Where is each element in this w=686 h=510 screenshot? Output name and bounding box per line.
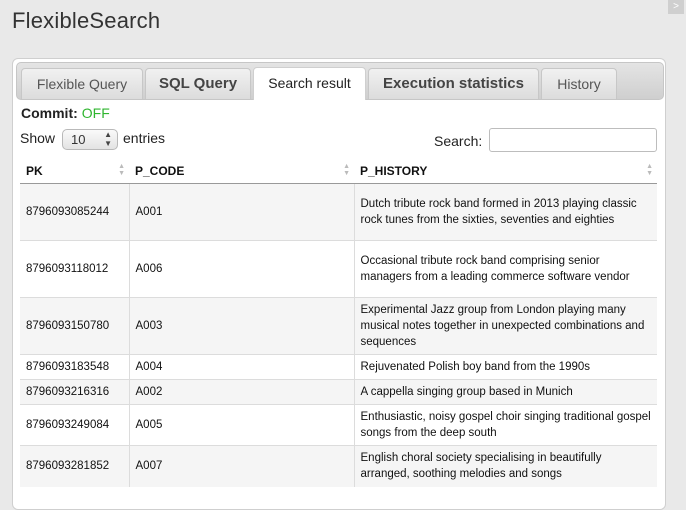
table-row[interactable]: 8796093118012 A006 Occasional tribute ro…	[20, 240, 657, 298]
table-row[interactable]: 8796093183548 A004 Rejuvenated Polish bo…	[20, 354, 657, 380]
page-size-value: 10	[71, 132, 86, 147]
cell-code: A006	[128, 240, 354, 298]
tab-bar: Flexible Query SQL Query Search result E…	[16, 62, 664, 100]
results-table: PK ▲ ▼ P_CODE ▲ ▼ P_HISTORY ▲ ▼ 8796093085244 …	[20, 158, 657, 487]
page-size-select[interactable]: 10 ▲ ▼	[62, 129, 118, 150]
entries-label: entries	[123, 130, 166, 146]
cell-pk: 8796093216316	[20, 379, 129, 405]
cell-code: A002	[128, 379, 354, 405]
cell-pk: 8796093249084	[20, 404, 129, 446]
commit-value[interactable]: OFF	[82, 105, 110, 121]
table-row[interactable]: 8796093216316 A002 A cappella singing gr…	[20, 379, 657, 405]
cell-history: Occasional tribute rock band comprising …	[353, 240, 657, 298]
cell-pk: 8796093281852	[20, 445, 129, 487]
cell-code: A007	[128, 445, 354, 487]
cell-history: Rejuvenated Polish boy band from the 199…	[353, 354, 657, 380]
sort-icon: ▲ ▼	[118, 163, 125, 177]
select-arrows-icon: ▲ ▼	[104, 130, 112, 148]
cell-code: A003	[128, 297, 354, 355]
show-label: Show	[20, 130, 56, 146]
table-row[interactable]: 8796093085244 A001 Dutch tribute rock ba…	[20, 183, 657, 241]
search-label: Search:	[434, 133, 483, 149]
sort-icon: ▲ ▼	[343, 163, 350, 177]
cell-history: Dutch tribute rock band formed in 2013 p…	[353, 183, 657, 241]
cell-pk: 8796093150780	[20, 297, 129, 355]
column-header-pk[interactable]: PK ▲ ▼	[20, 158, 129, 184]
search-input[interactable]	[489, 128, 657, 152]
tab-history[interactable]: History	[541, 68, 617, 99]
commit-status: Commit: OFF	[21, 105, 110, 121]
table-row[interactable]: 8796093281852 A007 English choral societ…	[20, 445, 657, 487]
table-row[interactable]: 8796093150780 A003 Experimental Jazz gro…	[20, 297, 657, 355]
tab-execution-statistics[interactable]: Execution statistics	[368, 68, 539, 99]
table-header-row: PK ▲ ▼ P_CODE ▲ ▼ P_HISTORY ▲ ▼	[20, 158, 657, 184]
cell-code: A004	[128, 354, 354, 380]
cell-code: A001	[128, 183, 354, 241]
cell-pk: 8796093183548	[20, 354, 129, 380]
table-row[interactable]: 8796093249084 A005 Enthusiastic, noisy g…	[20, 404, 657, 446]
commit-label: Commit:	[21, 105, 78, 121]
cell-history: A cappella singing group based in Munich	[353, 379, 657, 405]
column-header-p-history[interactable]: P_HISTORY ▲ ▼	[354, 158, 657, 184]
expand-arrow-icon[interactable]: >	[668, 0, 684, 14]
cell-pk: 8796093118012	[20, 240, 129, 298]
page-title: FlexibleSearch	[12, 8, 161, 33]
tab-search-result[interactable]: Search result	[253, 67, 366, 100]
cell-code: A005	[128, 404, 354, 446]
sort-icon: ▲ ▼	[646, 163, 653, 177]
cell-pk: 8796093085244	[20, 183, 129, 241]
cell-history: Enthusiastic, noisy gospel choir singing…	[353, 404, 657, 446]
cell-history: English choral society specialising in b…	[353, 445, 657, 487]
column-header-p-code[interactable]: P_CODE ▲ ▼	[129, 158, 354, 184]
tab-sql-query[interactable]: SQL Query	[145, 68, 251, 99]
cell-history: Experimental Jazz group from London play…	[353, 297, 657, 355]
tab-flexible-query[interactable]: Flexible Query	[21, 68, 143, 99]
main-panel: Flexible Query SQL Query Search result E…	[12, 58, 666, 510]
